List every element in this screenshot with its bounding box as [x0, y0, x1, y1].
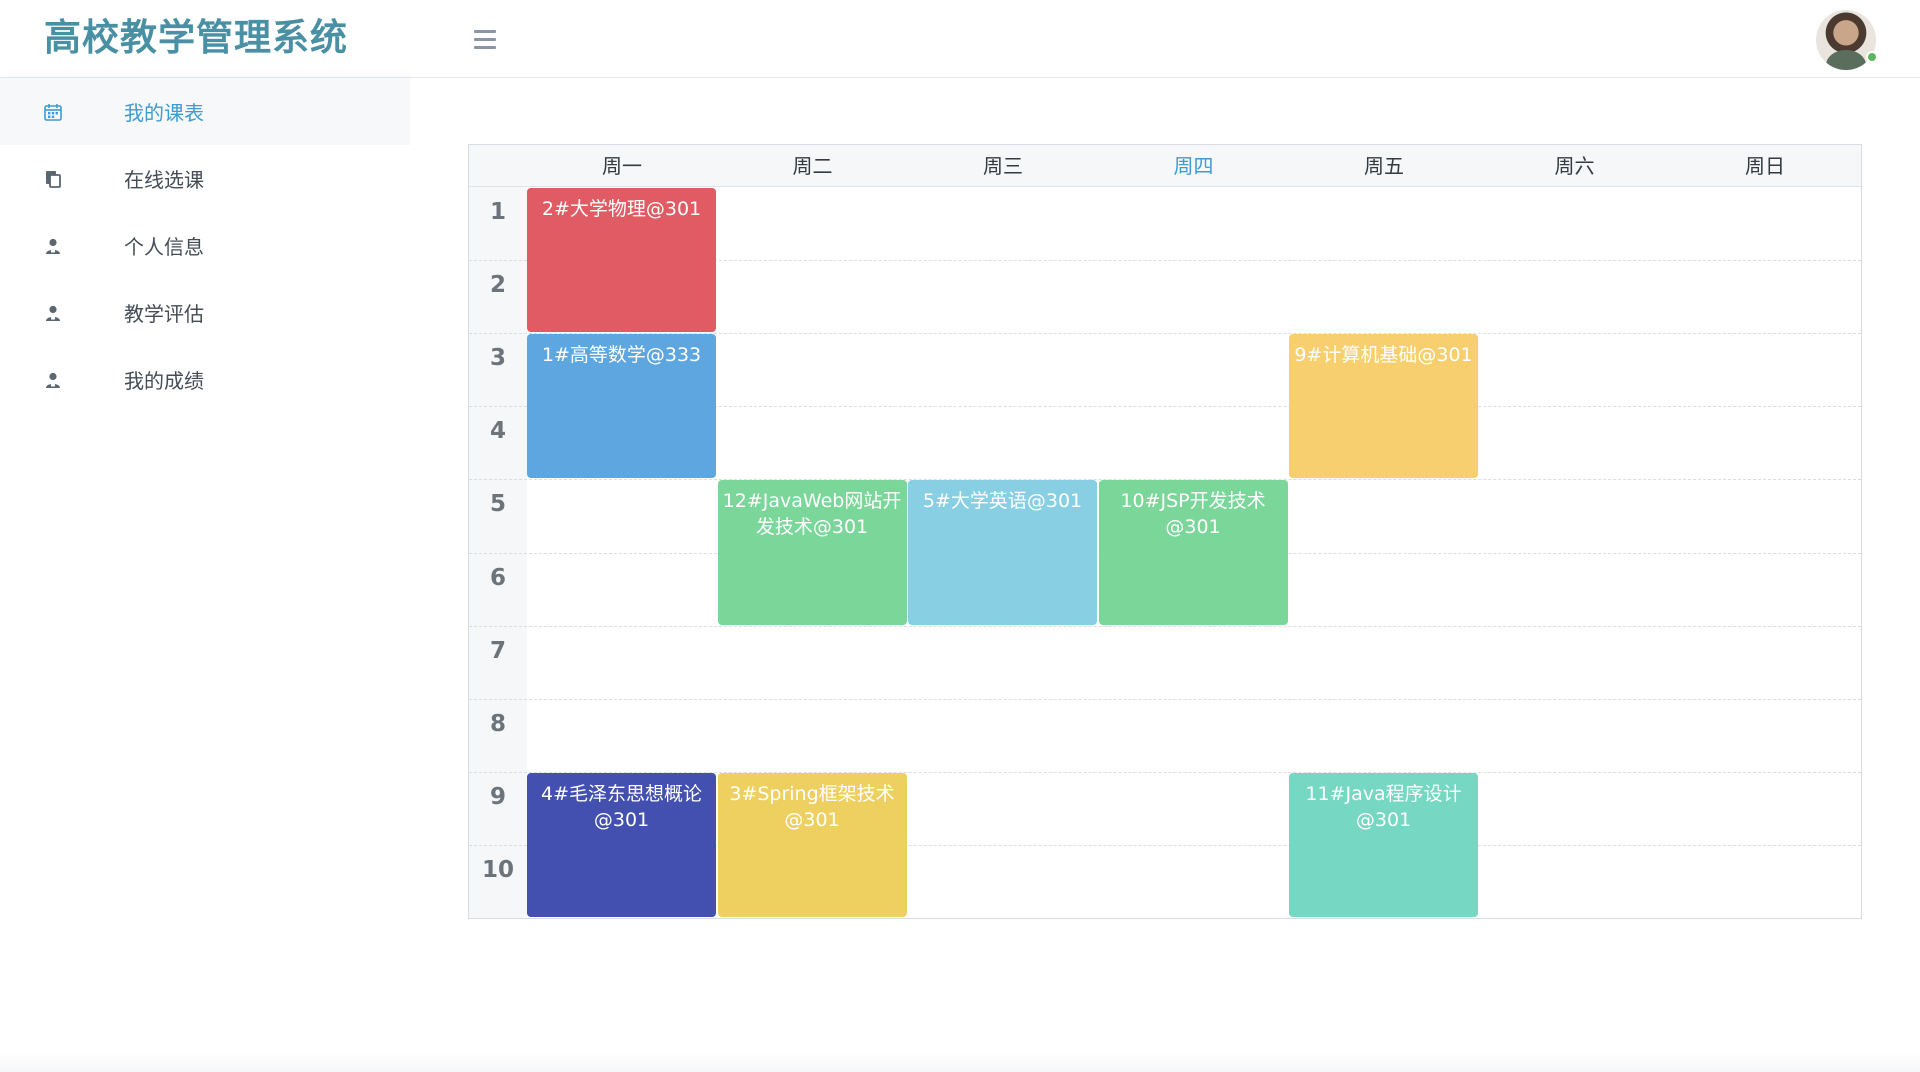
top-header: 高校教学管理系统	[0, 0, 1920, 78]
course-block[interactable]: 11#Java程序设计@301	[1289, 772, 1478, 917]
timetable-day-header: 周一 周二 周三 周四 周五 周六 周日	[469, 145, 1861, 187]
course-block[interactable]: 5#大学英语@301	[908, 480, 1097, 625]
row-divider	[469, 625, 1861, 627]
calendar-icon	[42, 101, 64, 123]
course-block[interactable]: 9#计算机基础@301	[1289, 334, 1478, 479]
course-block[interactable]: 12#JavaWeb网站开发技术@301	[717, 480, 907, 625]
course-block[interactable]: 2#大学物理@301	[527, 188, 716, 333]
sidebar-item-label: 个人信息	[124, 235, 204, 259]
course-block[interactable]: 4#毛泽东思想概论@301	[527, 772, 716, 917]
course-block[interactable]: 10#JSP开发技术@301	[1098, 480, 1288, 625]
sidebar-item-course-selection[interactable]: 在线选课	[0, 145, 410, 212]
course-block[interactable]: 1#高等数学@333	[527, 334, 716, 479]
day-header: 周四	[1173, 154, 1214, 178]
main-content: 周一 周二 周三 周四 周五 周六 周日 1 2 3 4 5 6 7 8 9 10 2#大学物理@301 1#高…	[410, 78, 1920, 1072]
sidebar-item-teaching-evaluation[interactable]: 教学评估	[0, 279, 410, 346]
weekly-timetable: 周一 周二 周三 周四 周五 周六 周日 1 2 3 4 5 6 7 8 9 10 2#大学物理@301 1#高…	[468, 144, 1862, 919]
period-label: 3	[489, 345, 506, 372]
user-icon	[42, 235, 64, 257]
app-title: 高校教学管理系统	[44, 16, 348, 59]
course-block[interactable]: 3#Spring框架技术@301	[717, 772, 907, 917]
period-label: 7	[489, 637, 506, 664]
sidebar-item-label: 在线选课	[124, 168, 204, 192]
day-header: 周三	[983, 154, 1023, 178]
day-header: 周一	[602, 154, 642, 178]
period-label: 8	[489, 710, 506, 737]
sidebar-item-my-timetable[interactable]: 我的课表	[0, 78, 410, 145]
copy-icon	[42, 168, 64, 190]
period-label: 1	[489, 199, 506, 225]
period-label: 4	[489, 418, 506, 445]
period-label: 9	[489, 783, 506, 810]
sidebar-item-label: 教学评估	[124, 302, 204, 326]
period-label: 2	[489, 272, 506, 299]
sidebar-item-label: 我的成绩	[124, 369, 204, 393]
sidebar-item-label: 我的课表	[124, 101, 204, 125]
period-label: 5	[489, 491, 506, 518]
bottom-shadow	[0, 1052, 1920, 1072]
row-divider	[469, 698, 1861, 700]
user-icon	[42, 302, 64, 324]
day-header: 周日	[1745, 154, 1785, 178]
user-icon	[42, 369, 64, 391]
sidebar: 我的课表 在线选课 个人信息 教学评估 我的成绩	[0, 78, 410, 1072]
hamburger-menu-icon[interactable]	[474, 30, 500, 52]
day-header: 周二	[792, 154, 833, 178]
period-label: 10	[481, 856, 514, 883]
online-status-dot	[1866, 51, 1878, 63]
day-header: 周五	[1364, 154, 1404, 178]
sidebar-item-personal-info[interactable]: 个人信息	[0, 212, 410, 279]
period-label: 6	[489, 564, 506, 591]
day-header: 周六	[1554, 154, 1595, 178]
sidebar-item-my-grades[interactable]: 我的成绩	[0, 346, 410, 413]
